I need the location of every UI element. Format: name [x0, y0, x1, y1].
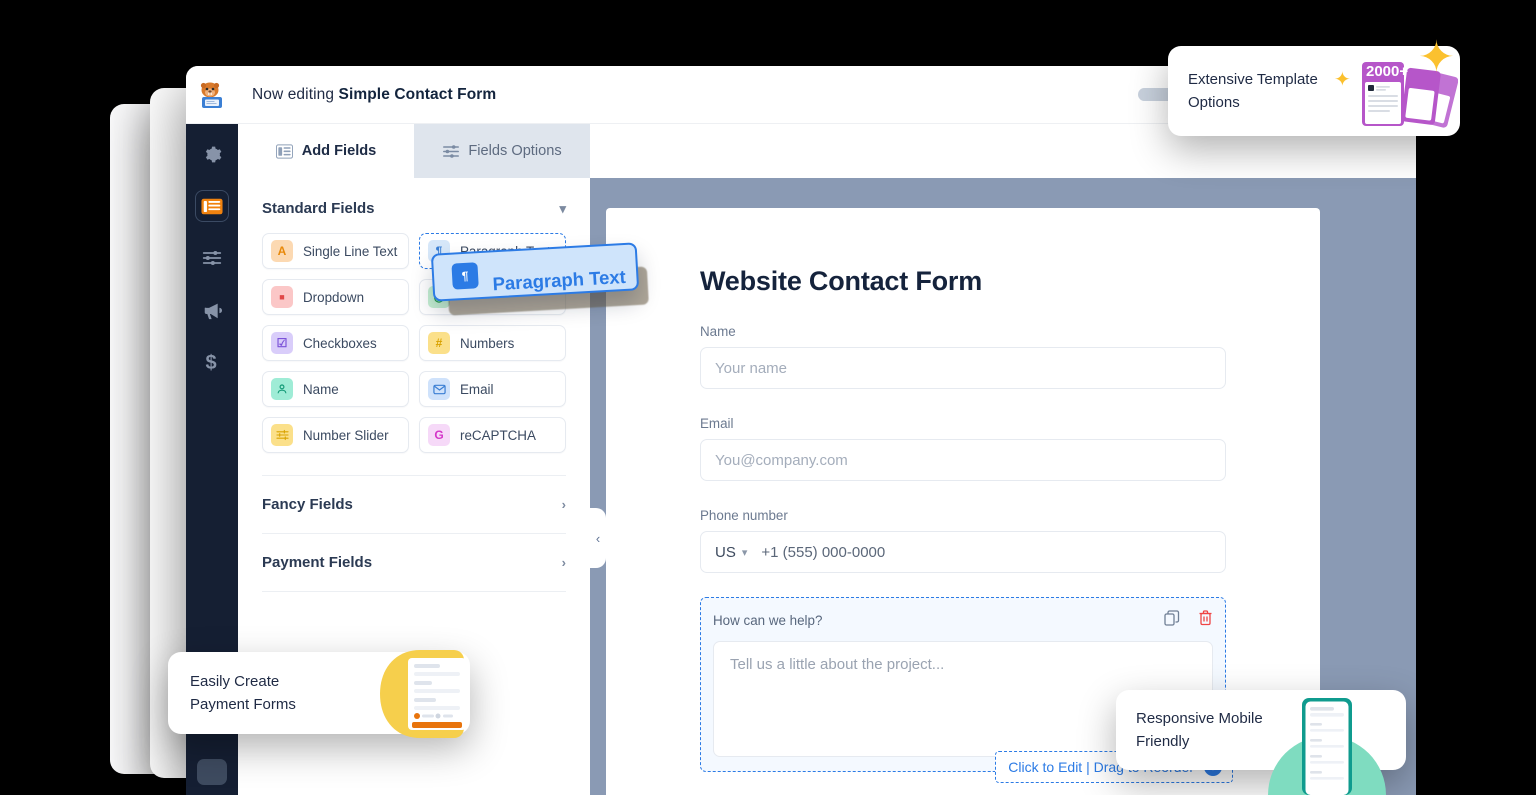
email-placeholder: You@company.com	[715, 451, 848, 469]
tab-fields-options-label: Fields Options	[468, 143, 562, 159]
envelope-icon	[428, 378, 450, 400]
editing-label: Now editing Simple Contact Form	[238, 86, 496, 104]
page-title: Website Contact Form	[700, 266, 983, 296]
country-code-value[interactable]: US	[715, 544, 736, 561]
form-builder-icon[interactable]	[195, 190, 229, 222]
section-fancy-fields[interactable]: Fancy Fields ›	[262, 476, 566, 534]
field-label-email: Email	[700, 416, 734, 431]
field-button-checkboxes[interactable]: ☑ Checkboxes	[262, 325, 409, 361]
callout-line-1: Extensive Template	[1188, 70, 1318, 88]
field-label-name: Name	[700, 324, 736, 339]
rail-avatar-placeholder[interactable]	[197, 759, 227, 785]
form-name: Simple Contact Form	[338, 85, 497, 103]
field-label: Name	[303, 381, 339, 397]
section-label: Payment Fields	[262, 554, 373, 571]
field-button-dropdown[interactable]: ■ Dropdown	[262, 279, 409, 315]
megaphone-icon[interactable]	[195, 294, 229, 326]
section-payment-fields[interactable]: Payment Fields ›	[262, 534, 566, 592]
tab-add-fields-label: Add Fields	[301, 143, 377, 159]
duplicate-icon[interactable]	[1164, 610, 1180, 631]
chevron-down-icon[interactable]: ▾	[559, 201, 566, 217]
selected-field-label: How can we help?	[713, 613, 823, 628]
text-width-icon: A	[271, 240, 293, 262]
tab-add-fields[interactable]: Add Fields	[238, 124, 414, 178]
email-input[interactable]: You@company.com	[700, 439, 1226, 481]
phone-input[interactable]: US ▾ +1 (555) 000-0000	[700, 531, 1226, 573]
person-icon	[271, 378, 293, 400]
field-button-number-slider[interactable]: Number Slider	[262, 417, 409, 453]
callout-text: Responsive Mobile Friendly	[1136, 707, 1263, 754]
field-button-email[interactable]: Email	[419, 371, 566, 407]
gear-icon[interactable]	[195, 138, 229, 170]
standard-fields-header[interactable]: Standard Fields ▾	[262, 200, 566, 217]
panel-tabs: Add Fields Fields Options	[238, 124, 590, 178]
field-label-phone: Phone number	[700, 508, 788, 523]
mobile-phone-art	[1262, 694, 1392, 795]
recaptcha-icon: G	[428, 424, 450, 446]
chevron-left-icon: ‹	[595, 530, 601, 546]
tab-fields-options[interactable]: Fields Options	[414, 124, 590, 178]
chevron-right-icon: ›	[561, 555, 566, 570]
sliders-icon	[442, 144, 460, 159]
callout-line-1: Responsive Mobile	[1136, 709, 1263, 727]
beaver-logo-icon[interactable]	[186, 66, 238, 124]
selected-field-actions	[1164, 610, 1213, 631]
standard-fields-title: Standard Fields	[262, 200, 375, 217]
field-button-recaptcha[interactable]: G reCAPTCHA	[419, 417, 566, 453]
section-label: Fancy Fields	[262, 496, 353, 513]
callout-text: Extensive Template Options	[1188, 68, 1318, 115]
screenshot-root: Now editing Simple Contact Form $ Add Fi…	[0, 0, 1536, 795]
list-panel-icon	[275, 143, 293, 159]
field-button-name[interactable]: Name	[262, 371, 409, 407]
template-count-badge: 2000+	[1366, 63, 1409, 80]
field-label: reCAPTCHA	[460, 427, 536, 443]
field-label: Dropdown	[303, 289, 365, 305]
payment-form-art	[374, 648, 466, 740]
field-label: Email	[460, 381, 494, 397]
paragraph-icon: ¶	[451, 262, 479, 290]
field-label: Single Line Text	[303, 243, 398, 259]
field-label: Checkboxes	[303, 335, 377, 351]
name-input[interactable]: Your name	[700, 347, 1226, 389]
sparkle-large-icon: ✦	[1418, 33, 1455, 82]
svg-text:$: $	[205, 352, 216, 373]
callout-text: Easily Create Payment Forms	[190, 670, 296, 717]
chevron-down-icon[interactable]: ▾	[742, 546, 748, 559]
phone-placeholder: +1 (555) 000-0000	[761, 543, 886, 561]
sparkle-icon: ✦	[1334, 69, 1351, 91]
dropdown-icon: ■	[271, 286, 293, 308]
callout-line-1: Easily Create	[190, 672, 280, 690]
slider-icon	[271, 424, 293, 446]
chevron-right-icon: ›	[561, 497, 566, 512]
hash-icon: #	[428, 332, 450, 354]
callout-line-2: Payment Forms	[190, 696, 296, 713]
paragraph-placeholder: Tell us a little about the project...	[730, 656, 945, 673]
editing-prefix: Now editing	[252, 85, 335, 103]
name-placeholder: Your name	[715, 359, 787, 377]
callout-extensive-templates: Extensive Template Options ✦ 2000+	[1168, 46, 1460, 136]
drag-chip-label: Paragraph Text	[491, 265, 627, 294]
sliders-icon[interactable]	[195, 242, 229, 274]
dollar-icon[interactable]: $	[195, 346, 229, 378]
field-label: Numbers	[460, 335, 515, 351]
trash-icon[interactable]	[1198, 610, 1213, 631]
callout-line-2: Friendly	[1136, 733, 1190, 750]
selected-field-header: How can we help?	[713, 610, 1213, 631]
field-button-numbers[interactable]: # Numbers	[419, 325, 566, 361]
field-label: Number Slider	[303, 427, 389, 443]
collapse-panel-button[interactable]: ‹	[590, 508, 606, 568]
checkbox-icon: ☑	[271, 332, 293, 354]
field-button-single-line-text[interactable]: A Single Line Text	[262, 233, 409, 269]
callout-line-2: Options	[1188, 94, 1240, 111]
